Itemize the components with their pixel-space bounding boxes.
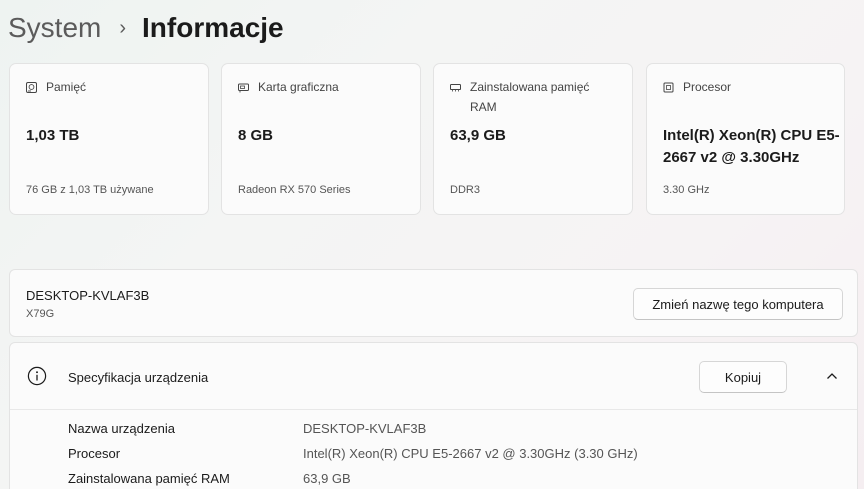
info-icon [27, 366, 47, 386]
computer-model: X79G [26, 308, 55, 320]
device-specs-title: Specyfikacja urządzenia [68, 370, 209, 385]
ram-card-label: Zainstalowana pamięć RAM [470, 80, 590, 114]
storage-card-sub: 76 GB z 1,03 TB używane [26, 184, 154, 196]
processor-card-value: Intel(R) Xeon(R) CPU E5-2667 v2 @ 3.30GH… [663, 127, 840, 166]
chevron-up-icon[interactable] [825, 369, 839, 383]
spec-key: Nazwa urządzenia [68, 421, 175, 436]
storage-icon [26, 82, 37, 93]
rename-pc-button[interactable]: Zmień nazwę tego komputera [633, 288, 843, 320]
gpu-card-sub: Radeon RX 570 Series [238, 184, 351, 196]
storage-card-label: Pamięć [46, 80, 87, 94]
breadcrumb: System › Informacje [8, 8, 284, 48]
spec-value: Intel(R) Xeon(R) CPU E5-2667 v2 @ 3.30GH… [303, 446, 638, 461]
ram-card-value: 63,9 GB [450, 127, 506, 144]
processor-icon [663, 82, 674, 93]
page-title: Informacje [142, 12, 284, 43]
spec-key: Procesor [68, 446, 121, 461]
spec-key: Zainstalowana pamięć RAM [68, 471, 230, 486]
breadcrumb-system-link[interactable]: System [8, 12, 101, 44]
gpu-icon [238, 83, 249, 93]
device-specs-section: Specyfikacja urządzenia Kopiuj Nazwa urz… [9, 342, 858, 489]
storage-card-value: 1,03 TB [26, 127, 80, 144]
copy-button[interactable]: Kopiuj [699, 361, 787, 393]
gpu-card-value: 8 GB [238, 127, 274, 144]
ram-card-sub: DDR3 [450, 184, 480, 196]
processor-card: Procesor Intel(R) Xeon(R) CPU E5-2667 v2… [646, 63, 845, 215]
ram-card: Zainstalowana pamięć RAM 63,9 GB DDR3 [433, 63, 633, 215]
storage-card: Pamięć 1,03 TB 76 GB z 1,03 TB używane [9, 63, 209, 215]
breadcrumb-separator-icon: › [119, 16, 127, 39]
spec-value: 63,9 GB [303, 471, 351, 486]
computer-name-card: DESKTOP-KVLAF3B X79G Zmień nazwę tego ko… [9, 269, 858, 337]
gpu-card: Karta graficzna 8 GB Radeon RX 570 Serie… [221, 63, 421, 215]
gpu-card-label: Karta graficzna [258, 80, 339, 94]
device-specs-header[interactable]: Specyfikacja urządzenia Kopiuj [10, 343, 857, 410]
ram-icon [450, 84, 461, 92]
spec-value: DESKTOP-KVLAF3B [303, 421, 427, 436]
computer-name: DESKTOP-KVLAF3B [26, 288, 150, 303]
processor-card-sub: 3.30 GHz [663, 184, 710, 196]
processor-card-label: Procesor [683, 80, 732, 94]
